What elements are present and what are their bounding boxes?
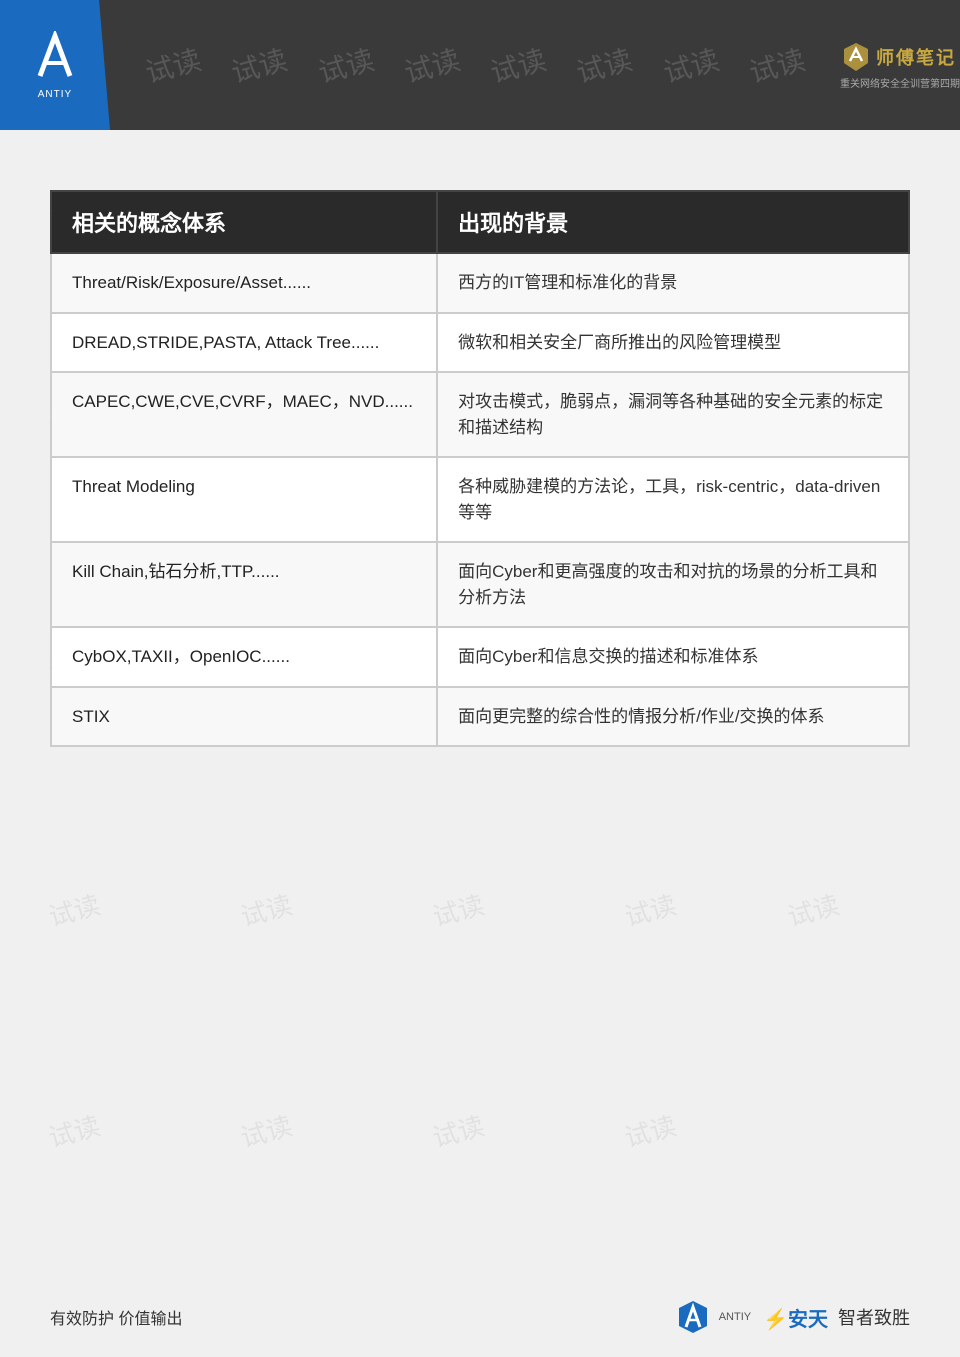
- footer-tagline: 有效防护 价值输出: [50, 1305, 182, 1329]
- bwm-21: 试读: [44, 1105, 104, 1154]
- watermark-1: 试读: [141, 38, 205, 91]
- table-row: STIX面向更完整的综合性的情报分析/作业/交换的体系: [51, 687, 909, 747]
- watermark-5: 试读: [486, 38, 550, 91]
- watermark-3: 试读: [313, 38, 377, 91]
- bwm-22: 试读: [236, 1105, 296, 1154]
- header-brand: 师傅笔记 重关网络安全全训营第四期: [840, 0, 960, 130]
- footer-brand: ANTIY ⚡安天 智者致胜: [675, 1299, 910, 1335]
- cell-left-1: DREAD,STRIDE,PASTA, Attack Tree......: [51, 313, 437, 373]
- bwm-19: 试读: [620, 885, 680, 934]
- cell-right-5: 面向Cyber和信息交换的描述和标准体系: [437, 627, 909, 687]
- watermark-7: 试读: [658, 38, 722, 91]
- watermark-8: 试读: [745, 38, 809, 91]
- watermark-4: 试读: [400, 38, 464, 91]
- bwm-23: 试读: [428, 1105, 488, 1154]
- cell-left-2: CAPEC,CWE,CVE,CVRF，MAEC，NVD......: [51, 372, 437, 457]
- logo-label: ANTIY: [38, 89, 72, 100]
- cell-left-4: Kill Chain,钻石分析,TTP......: [51, 542, 437, 627]
- table-row: Threat/Risk/Exposure/Asset......西方的IT管理和…: [51, 253, 909, 313]
- table-row: DREAD,STRIDE,PASTA, Attack Tree......微软和…: [51, 313, 909, 373]
- watermark-6: 试读: [572, 38, 636, 91]
- table-row: CybOX,TAXII，OpenIOC......面向Cyber和信息交换的描述…: [51, 627, 909, 687]
- bwm-24: 试读: [620, 1105, 680, 1154]
- table-row: Kill Chain,钻石分析,TTP......面向Cyber和更高强度的攻击…: [51, 542, 909, 627]
- cell-left-5: CybOX,TAXII，OpenIOC......: [51, 627, 437, 687]
- col1-header: 相关的概念体系: [51, 191, 437, 253]
- cell-right-1: 微软和相关安全厂商所推出的风险管理模型: [437, 313, 909, 373]
- bwm-18: 试读: [428, 885, 488, 934]
- footer: 有效防护 价值输出 ANTIY ⚡安天 智者致胜: [0, 1277, 960, 1357]
- cell-left-0: Threat/Risk/Exposure/Asset......: [51, 253, 437, 313]
- logo-box: ANTIY: [0, 0, 110, 130]
- col2-header: 出现的背景: [437, 191, 909, 253]
- cell-right-3: 各种威胁建模的方法论，工具，risk-centric，data-driven等等: [437, 457, 909, 542]
- cell-right-4: 面向Cyber和更高强度的攻击和对抗的场景的分析工具和分析方法: [437, 542, 909, 627]
- header: ANTIY 试读 试读 试读 试读 试读 试读 试读 试读 师傅笔记 重关网络安…: [0, 0, 960, 130]
- table-row: CAPEC,CWE,CVE,CVRF，MAEC，NVD......对攻击模式，脆…: [51, 372, 909, 457]
- footer-antiy-label: ANTIY: [719, 1311, 751, 1323]
- watermark-2: 试读: [227, 38, 291, 91]
- bwm-17: 试读: [236, 885, 296, 934]
- logo-icon: [35, 31, 75, 87]
- brand-subtitle: 重关网络安全全训营第四期: [840, 75, 960, 90]
- table-row: Threat Modeling各种威胁建模的方法论，工具，risk-centri…: [51, 457, 909, 542]
- brand-title: 师傅笔记: [876, 44, 956, 70]
- cell-right-0: 西方的IT管理和标准化的背景: [437, 253, 909, 313]
- cell-right-6: 面向更完整的综合性的情报分析/作业/交换的体系: [437, 687, 909, 747]
- bwm-16: 试读: [44, 885, 104, 934]
- header-watermark-area: 试读 试读 试读 试读 试读 试读 试读 试读: [110, 45, 840, 85]
- main-content: 相关的概念体系 出现的背景 Threat/Risk/Exposure/Asset…: [0, 130, 960, 787]
- concept-table: 相关的概念体系 出现的背景 Threat/Risk/Exposure/Asset…: [50, 190, 910, 747]
- cell-left-3: Threat Modeling: [51, 457, 437, 542]
- footer-logo-icon: [675, 1299, 711, 1335]
- footer-brand-sub: 智者致胜: [838, 1304, 910, 1330]
- footer-brand-cn: ⚡安天: [763, 1303, 828, 1332]
- cell-left-6: STIX: [51, 687, 437, 747]
- cell-right-2: 对攻击模式，脆弱点，漏洞等各种基础的安全元素的标定和描述结构: [437, 372, 909, 457]
- bwm-20: 试读: [783, 885, 843, 934]
